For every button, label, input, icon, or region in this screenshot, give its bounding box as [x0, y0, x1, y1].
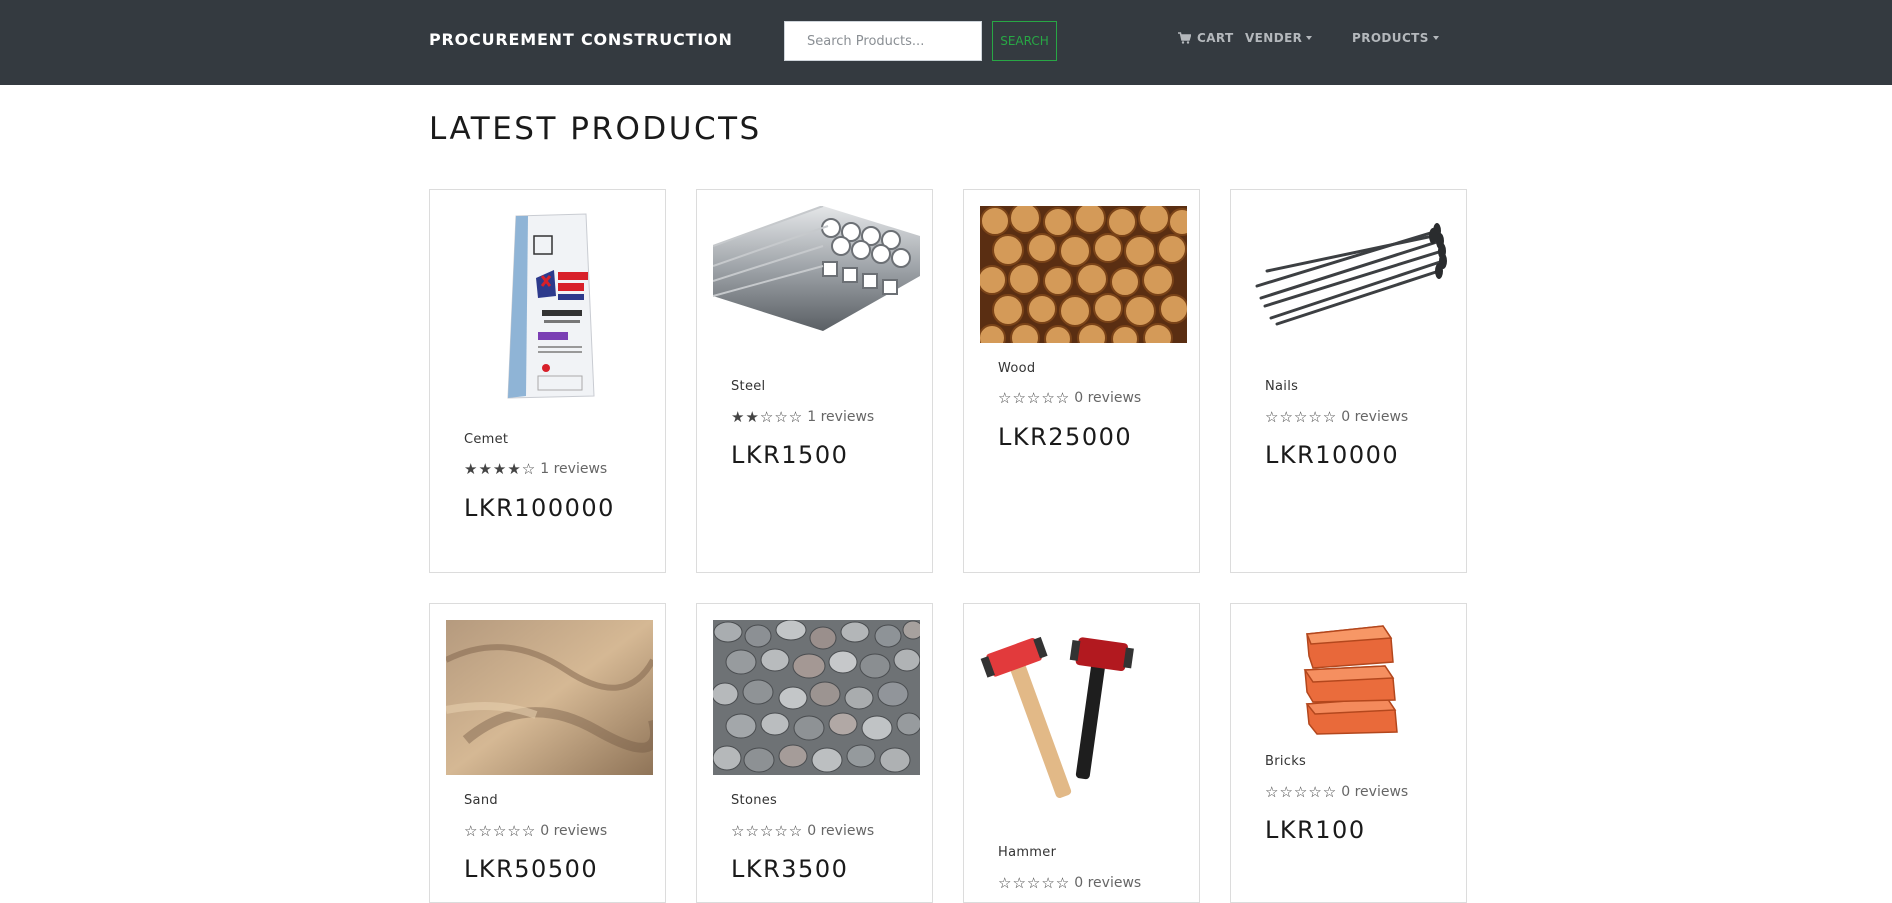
- products-dropdown[interactable]: PRODUCTS: [1352, 31, 1439, 45]
- star-rating-icon: ★★★★☆: [464, 460, 537, 478]
- product-price: LKR25000: [998, 423, 1133, 451]
- hammer-image: [980, 636, 1134, 798]
- product-name[interactable]: Nails: [1265, 379, 1298, 394]
- page-title: LATEST PRODUCTS: [429, 111, 762, 147]
- product-image-steel[interactable]: [713, 206, 920, 331]
- star-rating-icon: ☆☆☆☆☆: [998, 389, 1071, 407]
- product-image-stones[interactable]: [713, 620, 920, 775]
- star-rating-icon: ☆☆☆☆☆: [1265, 408, 1338, 426]
- product-card-bricks[interactable]: Bricks ☆☆☆☆☆ 0 reviews LKR100: [1230, 603, 1467, 903]
- navbar: PROCUREMENT CONSTRUCTION SEARCH CART VEN…: [0, 0, 1892, 85]
- product-price: LKR3500: [731, 855, 849, 883]
- product-image-cement[interactable]: [446, 206, 653, 401]
- products-label: PRODUCTS: [1352, 31, 1429, 45]
- product-price: LKR50500: [464, 855, 599, 883]
- star-rating-icon: ☆☆☆☆☆: [1265, 783, 1338, 801]
- review-count: 0 reviews: [1341, 784, 1409, 800]
- product-rating: ☆☆☆☆☆ 0 reviews: [1265, 408, 1408, 426]
- star-rating-icon: ☆☆☆☆☆: [998, 874, 1071, 892]
- product-name[interactable]: Cemet: [464, 432, 508, 447]
- brand-logo[interactable]: PROCUREMENT CONSTRUCTION: [429, 30, 733, 49]
- review-count: 0 reviews: [1341, 409, 1409, 425]
- product-card-wood[interactable]: Wood ☆☆☆☆☆ 0 reviews LKR25000: [963, 189, 1200, 573]
- cart-label: CART: [1197, 31, 1234, 45]
- product-card-stones[interactable]: Stones ☆☆☆☆☆ 0 reviews LKR3500: [696, 603, 933, 903]
- cement-bag-image: [507, 213, 595, 399]
- product-price: LKR10000: [1265, 441, 1400, 469]
- wood-logs-image: [980, 206, 1187, 343]
- product-rating: ☆☆☆☆☆ 0 reviews: [998, 874, 1141, 892]
- product-image-nails[interactable]: [1247, 206, 1454, 331]
- review-count: 0 reviews: [1074, 875, 1142, 891]
- search-button[interactable]: SEARCH: [992, 21, 1057, 61]
- product-rating: ☆☆☆☆☆ 0 reviews: [464, 822, 607, 840]
- product-card-nails[interactable]: Nails ☆☆☆☆☆ 0 reviews LKR10000: [1230, 189, 1467, 573]
- product-image-wood[interactable]: [980, 206, 1187, 343]
- review-count: 1 reviews: [540, 461, 608, 477]
- product-image-sand[interactable]: [446, 620, 653, 775]
- review-count: 0 reviews: [1074, 390, 1142, 406]
- steel-pipes-image: [713, 206, 920, 331]
- product-rating: ☆☆☆☆☆ 0 reviews: [731, 822, 874, 840]
- product-card-hammer[interactable]: Hammer ☆☆☆☆☆ 0 reviews: [963, 603, 1200, 903]
- product-name[interactable]: Hammer: [998, 845, 1056, 860]
- product-card-cement[interactable]: Cemet ★★★★☆ 1 reviews LKR100000: [429, 189, 666, 573]
- review-count: 1 reviews: [807, 409, 875, 425]
- search-input[interactable]: [784, 21, 982, 61]
- product-rating: ☆☆☆☆☆ 0 reviews: [998, 389, 1141, 407]
- product-name[interactable]: Steel: [731, 379, 765, 394]
- product-card-sand[interactable]: Sand ☆☆☆☆☆ 0 reviews LKR50500: [429, 603, 666, 903]
- product-rating: ☆☆☆☆☆ 0 reviews: [1265, 783, 1408, 801]
- product-rating: ★★☆☆☆ 1 reviews: [731, 408, 874, 426]
- product-rating: ★★★★☆ 1 reviews: [464, 460, 607, 478]
- product-price: LKR1500: [731, 441, 849, 469]
- bricks-image: [1303, 625, 1398, 735]
- product-image-hammer[interactable]: [980, 620, 1187, 820]
- product-name[interactable]: Wood: [998, 361, 1035, 376]
- caret-down-icon: [1432, 36, 1439, 40]
- vender-label: VENDER: [1245, 31, 1303, 45]
- product-price: LKR100000: [464, 494, 615, 522]
- product-price: LKR100: [1265, 816, 1366, 844]
- stones-image: [713, 620, 920, 775]
- sand-image: [446, 620, 653, 775]
- caret-down-icon: [1306, 36, 1313, 40]
- product-name[interactable]: Stones: [731, 793, 777, 808]
- product-name[interactable]: Sand: [464, 793, 498, 808]
- star-rating-icon: ★★☆☆☆: [731, 408, 804, 426]
- review-count: 0 reviews: [807, 823, 875, 839]
- product-image-bricks[interactable]: [1247, 620, 1454, 735]
- cart-link[interactable]: CART: [1178, 31, 1234, 45]
- product-card-steel[interactable]: Steel ★★☆☆☆ 1 reviews LKR1500: [696, 189, 933, 573]
- vender-dropdown[interactable]: VENDER: [1245, 31, 1313, 45]
- star-rating-icon: ☆☆☆☆☆: [464, 822, 537, 840]
- review-count: 0 reviews: [540, 823, 608, 839]
- cart-icon: [1178, 32, 1191, 44]
- star-rating-icon: ☆☆☆☆☆: [731, 822, 804, 840]
- product-name[interactable]: Bricks: [1265, 754, 1306, 769]
- nails-image: [1255, 223, 1447, 326]
